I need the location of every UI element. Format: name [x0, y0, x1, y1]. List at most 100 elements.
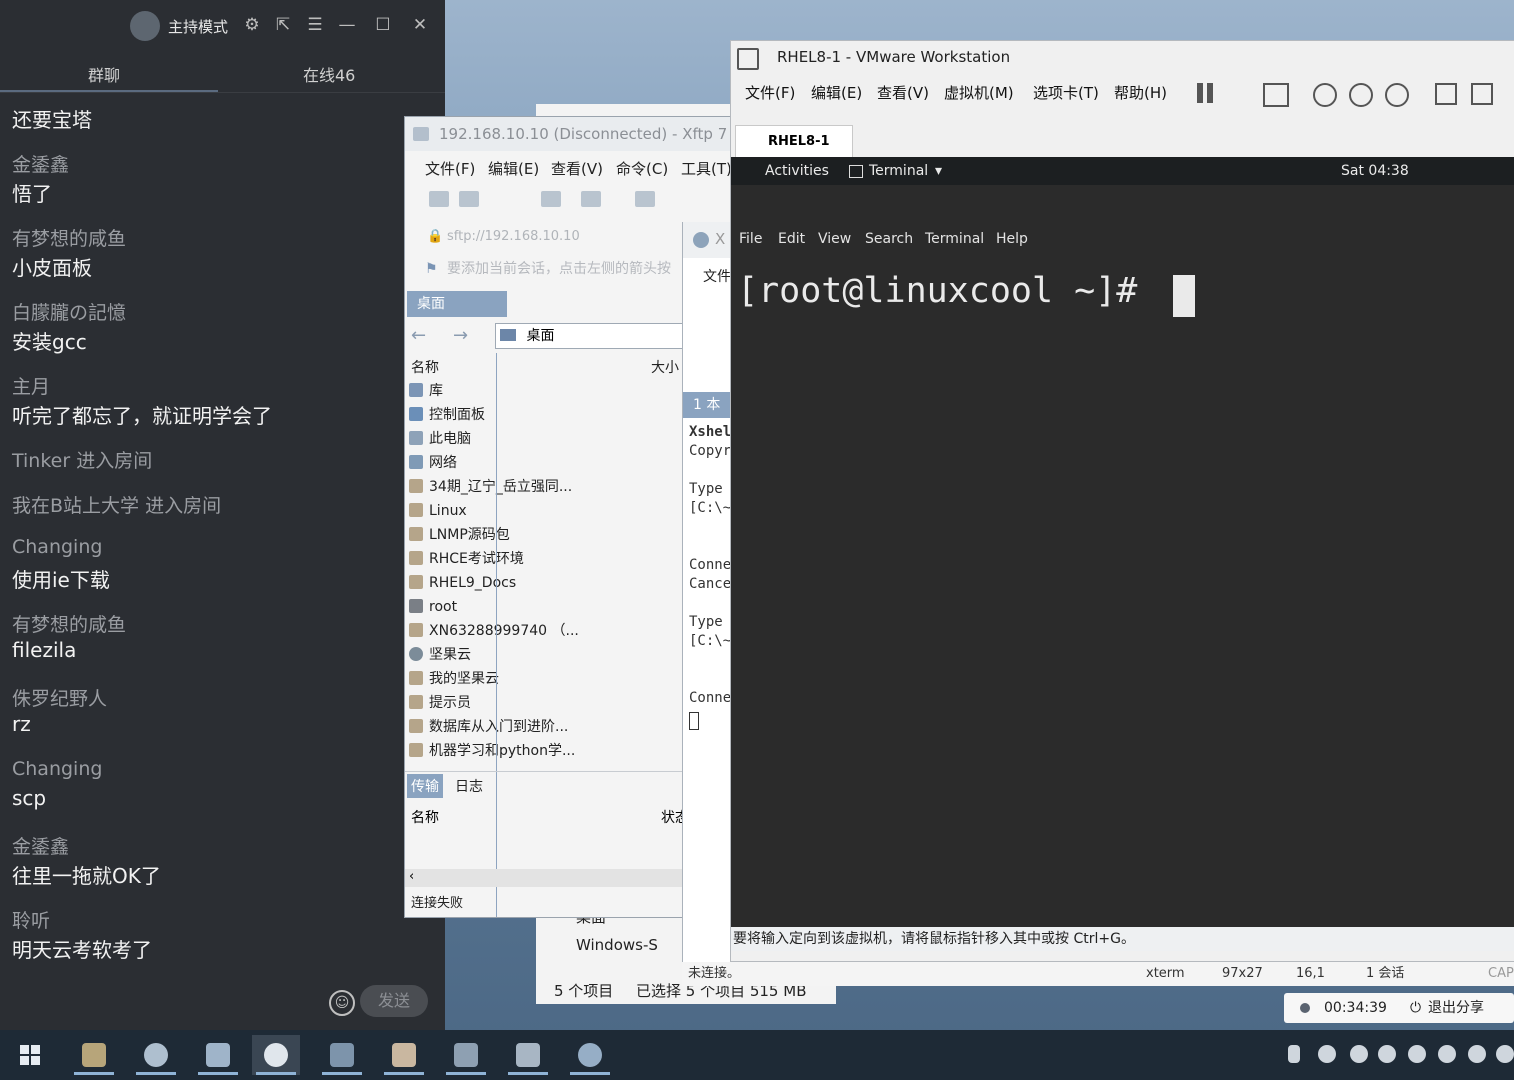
window-icon[interactable] — [635, 191, 655, 207]
chrome-icon[interactable] — [132, 1035, 180, 1075]
explorer-item-windows[interactable]: Windows-S — [576, 936, 658, 954]
list-item[interactable]: LNMP源码包 — [409, 523, 684, 547]
maximize-icon[interactable]: ☐ — [372, 14, 394, 36]
avatar[interactable] — [130, 11, 160, 41]
tray-app-icon[interactable] — [1318, 1045, 1336, 1063]
chevron-down-icon[interactable]: ▾ — [935, 157, 942, 185]
list-item[interactable]: 机器学习和python学... — [409, 739, 684, 763]
file-explorer-icon[interactable] — [70, 1035, 118, 1075]
term-menu-help[interactable]: Help — [996, 225, 1028, 253]
list-item[interactable]: 坚果云 — [409, 643, 684, 667]
screen-icon[interactable] — [442, 1035, 490, 1075]
xftp-menu-edit[interactable]: 编辑(E) — [488, 158, 539, 179]
menu-icon[interactable]: ☰ — [304, 14, 326, 36]
settings-icon[interactable]: ⚙ — [241, 14, 263, 36]
list-item[interactable]: 34期_辽宁_岳立强同... — [409, 475, 684, 499]
term-menu-terminal[interactable]: Terminal — [925, 225, 984, 253]
xshell-menu-file[interactable]: 文件 — [703, 266, 731, 286]
list-item[interactable]: Linux — [409, 499, 684, 523]
paint-icon[interactable] — [380, 1035, 428, 1075]
transfer-col-name[interactable]: 名称 — [411, 807, 439, 827]
vm-menu-tabs[interactable]: 选项卡(T) — [1033, 82, 1099, 103]
popout-icon[interactable]: ⇱ — [272, 14, 294, 36]
list-item[interactable]: 库 — [409, 379, 684, 403]
column-divider[interactable] — [496, 353, 497, 917]
start-icon[interactable] — [6, 1035, 54, 1075]
tab-group-chat[interactable]: 群聊 — [88, 62, 120, 86]
list-item[interactable]: 提示员 — [409, 691, 684, 715]
list-item[interactable]: RHEL9_Docs — [409, 571, 684, 595]
minimize-icon[interactable]: — — [336, 14, 358, 36]
xshell-tab[interactable]: 1 本 — [683, 392, 735, 418]
session-count[interactable]: 1 会话 — [1366, 962, 1404, 986]
tray-shield-icon[interactable] — [1350, 1045, 1368, 1063]
xftp-menu-command[interactable]: 命令(C) — [616, 158, 668, 179]
forward-icon[interactable]: → — [453, 325, 468, 346]
send-button[interactable]: 发送 — [360, 985, 428, 1017]
snapshot-icon[interactable] — [1313, 83, 1337, 107]
tab-transfer[interactable]: 传输 — [407, 774, 443, 798]
thumbnail-view-icon[interactable] — [1471, 83, 1493, 105]
xftp-tab-label: 桌面 — [417, 296, 445, 312]
list-item[interactable]: 网络 — [409, 451, 684, 475]
terminal-menubar: File Edit View Search Terminal Help — [731, 225, 1514, 253]
xftp-path-field[interactable]: 桌面 — [495, 323, 685, 349]
close-icon[interactable]: ✕ — [409, 14, 431, 36]
list-item[interactable]: root — [409, 595, 684, 619]
vm-menu-edit[interactable]: 编辑(E) — [811, 82, 862, 103]
vmware-icon[interactable] — [194, 1035, 242, 1075]
term-menu-edit[interactable]: Edit — [778, 225, 805, 253]
list-item[interactable]: XN63288999740 （... — [409, 619, 684, 643]
col-size[interactable]: 大小 — [651, 357, 679, 377]
terminal-area[interactable]: File Edit View Search Terminal Help [roo… — [731, 185, 1514, 927]
library-view-icon[interactable] — [1435, 83, 1457, 105]
revert-snapshot-icon[interactable] — [1349, 83, 1373, 107]
chat-message-sender: 有梦想的咸鱼 — [12, 228, 127, 250]
tab-log[interactable]: 日志 — [455, 776, 483, 796]
xftp-menu-view[interactable]: 查看(V) — [551, 158, 603, 179]
vm-menu-view[interactable]: 查看(V) — [877, 82, 929, 103]
term-menu-file[interactable]: File — [739, 225, 762, 253]
exit-share-button[interactable]: 退出分享 — [1428, 993, 1484, 1023]
list-item[interactable]: 此电脑 — [409, 427, 684, 451]
vm-menu-vm[interactable]: 虚拟机(M) — [944, 82, 1014, 103]
chat-app-icon[interactable] — [252, 1035, 300, 1075]
emoji-icon[interactable]: ☺ — [329, 990, 355, 1016]
xftp-tab-desktop[interactable]: 桌面 — [407, 291, 507, 317]
open-folder-icon[interactable] — [459, 191, 479, 207]
qq-icon[interactable] — [1408, 1045, 1426, 1063]
xftp-status-text: 连接失败 — [411, 896, 464, 911]
tab-rhel8-1[interactable]: RHEL8-1 ✕ — [735, 125, 853, 181]
microphone-icon[interactable] — [1288, 1045, 1300, 1063]
link-icon[interactable] — [541, 191, 561, 207]
settings-icon[interactable] — [1496, 1045, 1514, 1063]
tab-online[interactable]: 在线46 — [303, 62, 355, 86]
col-name[interactable]: 名称 — [411, 357, 439, 377]
gnome-clock[interactable]: Sat 04:38 — [1341, 157, 1409, 185]
pause-icon[interactable] — [1197, 83, 1203, 103]
qq-icon[interactable] — [1378, 1045, 1396, 1063]
qq-icon[interactable] — [1438, 1045, 1456, 1063]
network-icon[interactable] — [566, 1035, 614, 1075]
new-session-icon[interactable] — [429, 191, 449, 207]
xftp-menu-file[interactable]: 文件(F) — [425, 158, 475, 179]
term-menu-view[interactable]: View — [818, 225, 851, 253]
snapshot-manager-icon[interactable] — [1385, 83, 1409, 107]
terminal-app-menu[interactable]: Terminal — [869, 157, 928, 185]
send-ctrl-alt-del-icon[interactable] — [1263, 83, 1289, 107]
scroll-left-icon[interactable]: ‹ — [409, 869, 414, 884]
vm-menu-file[interactable]: 文件(F) — [745, 82, 795, 103]
xftp-icon[interactable] — [504, 1035, 552, 1075]
settings-icon[interactable] — [581, 191, 601, 207]
vm-menu-help[interactable]: 帮助(H) — [1114, 82, 1167, 103]
xshell-icon[interactable] — [318, 1035, 366, 1075]
back-icon[interactable]: ← — [411, 325, 426, 346]
xftp-menu-tools[interactable]: 工具(T) — [681, 158, 732, 179]
list-item[interactable]: 控制面板 — [409, 403, 684, 427]
list-item[interactable]: 我的坚果云 — [409, 667, 684, 691]
list-item[interactable]: 数据库从入门到进阶... — [409, 715, 684, 739]
activities-button[interactable]: Activities — [765, 157, 829, 185]
qq-icon[interactable] — [1468, 1045, 1486, 1063]
term-menu-search[interactable]: Search — [865, 225, 913, 253]
list-item[interactable]: RHCE考试环境 — [409, 547, 684, 571]
